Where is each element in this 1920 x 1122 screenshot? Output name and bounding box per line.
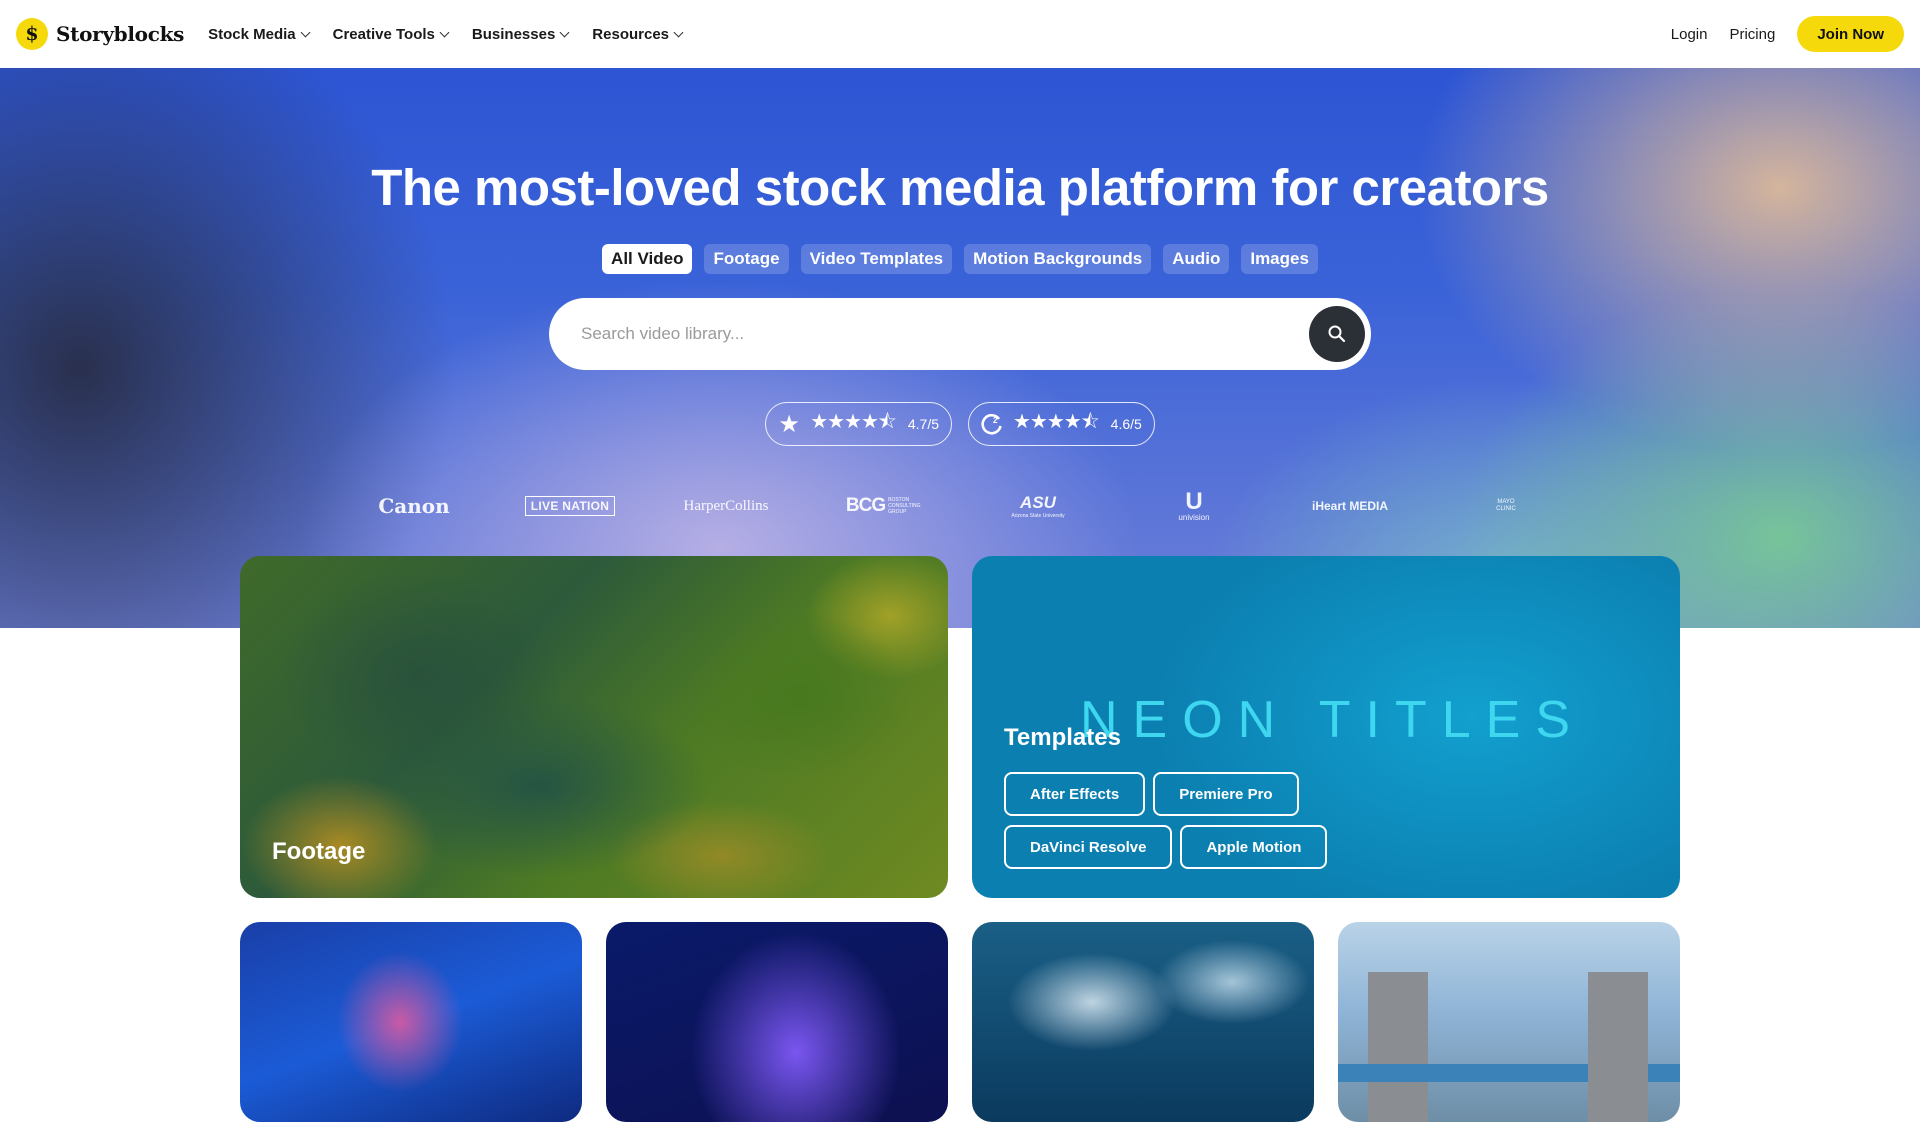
bcg-logo: BCG BOSTON CONSULTING GROUP — [845, 495, 921, 516]
trustpilot-rating-badge[interactable]: ★ ★★★★⯪ 4.7/5 — [765, 402, 952, 446]
premiere-pro-button[interactable]: Premiere Pro — [1153, 772, 1299, 816]
rating-value: 4.7/5 — [907, 416, 939, 432]
search-bar — [549, 298, 1371, 370]
tab-images[interactable]: Images — [1241, 244, 1318, 274]
rating-stars: ★★★★⯪ — [1013, 411, 1100, 433]
ocean-waves-card[interactable] — [972, 922, 1314, 1122]
davinci-resolve-button[interactable]: DaVinci Resolve — [1004, 825, 1173, 869]
tower-bridge-card[interactable] — [1338, 922, 1680, 1122]
star-icon: ★ — [778, 410, 800, 438]
tab-video-templates[interactable]: Video Templates — [800, 244, 953, 274]
microphone-card[interactable] — [606, 922, 948, 1122]
nav-creative-tools-label: Creative Tools — [332, 25, 435, 43]
svg-text:2: 2 — [993, 416, 998, 425]
media-type-tabs: All Video Footage Video Templates Motion… — [0, 244, 1920, 274]
chevron-down-icon — [673, 27, 684, 37]
nav-creative-tools[interactable]: Creative Tools — [332, 25, 450, 43]
tab-all-video[interactable]: All Video — [602, 244, 693, 274]
templates-card-label: Templates — [1004, 724, 1121, 751]
nav-actions: Login Pricing Join Now — [1671, 16, 1904, 52]
footage-card-label: Footage — [272, 838, 366, 865]
univision-logo: Uunivision — [1178, 488, 1210, 522]
hero-section: The most-loved stock media platform for … — [0, 68, 1920, 628]
harpercollins-logo: HarperCollins — [683, 497, 769, 514]
join-now-button[interactable]: Join Now — [1797, 16, 1904, 52]
customer-logos: Canon LIVE NATION HarperCollins BCG BOSTO… — [0, 486, 1920, 526]
mayo-clinic-logo: MAYO CLINIC — [1496, 499, 1516, 512]
brand-name: Storyblocks — [56, 22, 185, 46]
tab-audio[interactable]: Audio — [1163, 244, 1230, 274]
template-app-buttons: After Effects Premiere Pro DaVinci Resol… — [1004, 772, 1404, 869]
footage-card[interactable]: Footage — [240, 556, 948, 898]
iheartmedia-logo: iHeart MEDIA — [1311, 499, 1388, 513]
nav-businesses-label: Businesses — [471, 25, 556, 43]
pricing-link[interactable]: Pricing — [1729, 26, 1775, 43]
storyblocks-logo[interactable]: $ Storyblocks — [16, 18, 184, 50]
music-singer-card[interactable] — [240, 922, 582, 1122]
neon-titles-text: NEON TITLES — [1080, 691, 1586, 749]
apple-motion-button[interactable]: Apple Motion — [1180, 825, 1328, 869]
templates-card[interactable]: NEON TITLES Templates After Effects Prem… — [972, 556, 1680, 898]
hero-title: The most-loved stock media platform for … — [371, 159, 1549, 216]
chevron-down-icon — [300, 27, 311, 37]
search-input[interactable] — [581, 324, 1309, 344]
nav-stock-media-label: Stock Media — [208, 25, 296, 43]
nav-businesses[interactable]: Businesses — [471, 25, 570, 43]
nav-resources-label: Resources — [592, 25, 670, 43]
canon-logo: Canon — [378, 494, 450, 518]
tab-footage[interactable]: Footage — [704, 244, 789, 274]
g2-icon: 2 — [979, 411, 1005, 437]
rating-value: 4.6/5 — [1110, 416, 1142, 432]
g2-rating-badge[interactable]: 2 ★★★★⯪ 4.6/5 — [968, 402, 1155, 446]
live-nation-logo: LIVE NATION — [492, 486, 648, 526]
logo-mark-icon: $ — [16, 18, 48, 50]
asu-logo: ASU Arizona State University — [1011, 493, 1065, 519]
top-navigation: $ Storyblocks Stock Media Creative Tools… — [0, 0, 1920, 68]
search-button[interactable] — [1309, 306, 1365, 362]
login-link[interactable]: Login — [1671, 26, 1708, 43]
chevron-down-icon — [439, 27, 450, 37]
nav-stock-media[interactable]: Stock Media — [208, 25, 311, 43]
nav-resources[interactable]: Resources — [592, 25, 684, 43]
tower-right — [1588, 972, 1648, 1122]
tab-motion-backgrounds[interactable]: Motion Backgrounds — [964, 244, 1152, 274]
rating-stars: ★★★★⯪ — [810, 411, 897, 433]
chevron-down-icon — [559, 27, 570, 37]
ratings-row: ★ ★★★★⯪ 4.7/5 2 ★★★★⯪ 4.6/5 — [0, 402, 1920, 446]
nav-menu: Stock Media Creative Tools Businesses Re… — [208, 25, 684, 43]
after-effects-button[interactable]: After Effects — [1004, 772, 1146, 816]
tower-left — [1368, 972, 1428, 1122]
search-icon — [1328, 325, 1346, 343]
